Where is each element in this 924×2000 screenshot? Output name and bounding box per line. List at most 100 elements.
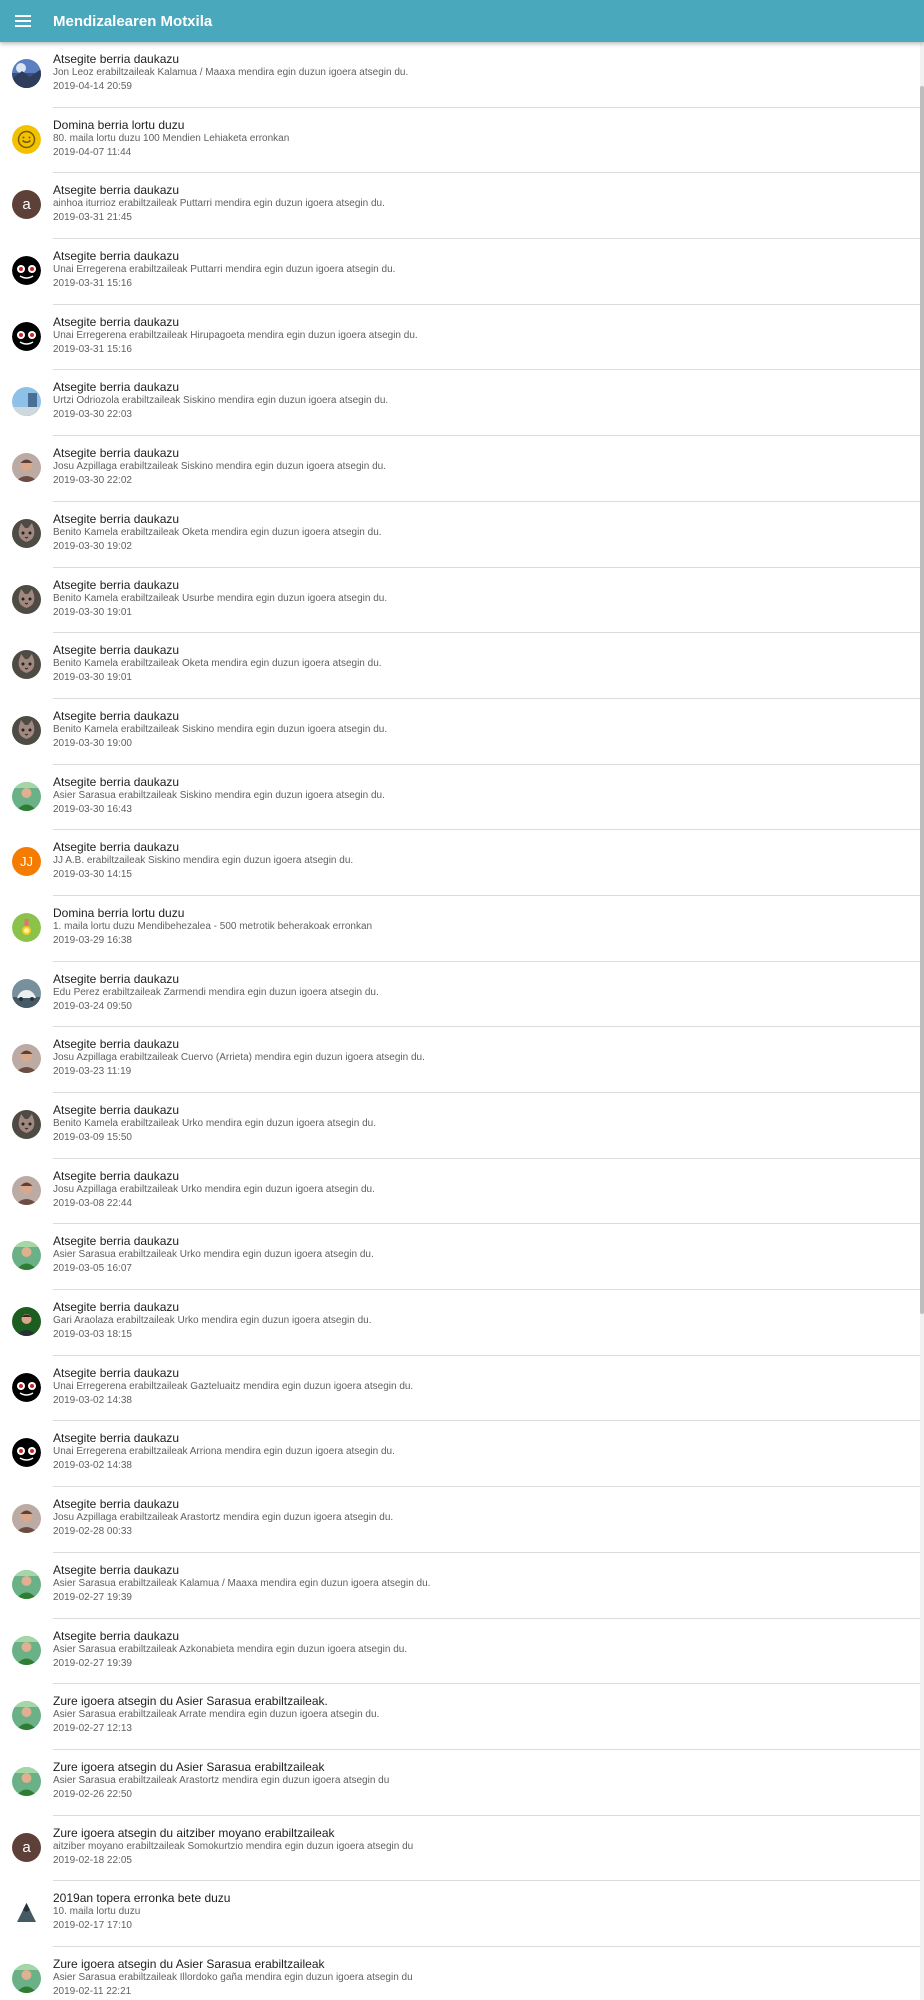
notification-text: Atsegite berria daukazu Unai Erregerena e…: [53, 1356, 413, 1408]
sky-photo-avatar-icon: [12, 387, 41, 417]
notification-item[interactable]: Domina berria lortu duzu 1. maila lortu d…: [0, 896, 920, 962]
notification-date: 2019-03-02 14:38: [53, 1394, 132, 1406]
notification-text: Domina berria lortu duzu 80. maila lortu …: [53, 108, 289, 160]
notification-title: Atsegite berria daukazu: [53, 577, 180, 592]
notification-item[interactable]: Atsegite berria daukazu Gari Araolaza era…: [0, 1290, 920, 1356]
notification-item[interactable]: Atsegite berria daukazu Unai Erregerena e…: [0, 305, 920, 371]
notification-item[interactable]: Zure igoera atsegin du Asier Sarasua era…: [0, 1947, 920, 2000]
notification-description: Benito Kamela erabiltzaileak Urko mendir…: [53, 1118, 376, 1129]
notification-item[interactable]: Atsegite berria daukazu Josu Azpillaga er…: [0, 1487, 920, 1553]
avatar-container: [0, 633, 53, 699]
notification-item[interactable]: Atsegite berria daukazu Edu Perez erabilt…: [0, 962, 920, 1028]
outdoor-person-avatar-icon: [12, 1241, 41, 1271]
notification-item[interactable]: 2019an topera erronka bete duzu 10. maila…: [0, 1881, 920, 1947]
notification-item[interactable]: Atsegite berria daukazu Benito Kamela era…: [0, 699, 920, 765]
avatar-container: a: [0, 173, 53, 239]
avatar-container: [0, 1553, 53, 1619]
car-photo-avatar-icon: [12, 978, 41, 1008]
notification-text: Atsegite berria daukazu Josu Azpillaga er…: [53, 1159, 375, 1211]
notification-text: Atsegite berria daukazu JJ A.B. erabiltza…: [53, 830, 353, 882]
notification-description: aitziber moyano erabiltzaileak Somokurtz…: [53, 1840, 414, 1852]
notification-date: 2019-03-09 15:50: [53, 1132, 132, 1143]
avatar-container: [0, 1159, 53, 1225]
avatar-container: [0, 568, 53, 634]
avatar-container: [0, 1027, 53, 1093]
cat-photo-avatar-icon: [12, 1110, 41, 1139]
notification-item[interactable]: JJ Atsegite berria daukazu JJ A.B. erabilt…: [0, 830, 920, 896]
notification-text: Atsegite berria daukazu Josu Azpillaga er…: [53, 1487, 393, 1539]
avatar-container: [0, 1881, 53, 1947]
notification-description: Josu Azpillaga erabiltzaileak Urko mendi…: [53, 1183, 375, 1195]
notification-description: Jon Leoz erabiltzaileak Kalamua / Maaxa …: [53, 67, 409, 78]
notification-item[interactable]: Atsegite berria daukazu Benito Kamela era…: [0, 568, 920, 634]
notification-item[interactable]: a Zure igoera atsegin du aitziber moyano …: [0, 1816, 920, 1882]
avatar-container: [0, 896, 53, 962]
notification-text: Atsegite berria daukazu Asier Sarasua era…: [53, 1224, 374, 1276]
notification-item[interactable]: Atsegite berria daukazu Unai Erregerena e…: [0, 239, 920, 305]
avatar-container: [0, 1487, 53, 1553]
notification-description: Urtzi Odriozola erabiltzaileak Siskino m…: [53, 395, 389, 407]
notification-item[interactable]: Zure igoera atsegin du Asier Sarasua era…: [0, 1750, 920, 1816]
notification-description: ainhoa iturrioz erabiltzaileak Puttarri …: [53, 198, 385, 210]
notification-date: 2019-03-30 16:43: [53, 803, 132, 815]
notification-item[interactable]: Atsegite berria daukazu Asier Sarasua era…: [0, 1553, 920, 1619]
notification-item[interactable]: Atsegite berria daukazu Benito Kamela era…: [0, 633, 920, 699]
notification-title: Atsegite berria daukazu: [53, 1234, 180, 1249]
notification-text: Atsegite berria daukazu Asier Sarasua era…: [53, 1553, 430, 1605]
person-photo-avatar-icon: [12, 1504, 41, 1534]
avatar-container: [0, 305, 53, 371]
notification-description: Unai Erregerena erabiltzaileak Arriona m…: [53, 1446, 395, 1458]
notification-description: 10. maila lortu duzu: [53, 1906, 141, 1918]
notification-item[interactable]: Atsegite berria daukazu Asier Sarasua era…: [0, 765, 920, 831]
notification-description: Benito Kamela erabiltzaileak Siskino men…: [53, 723, 388, 735]
notification-date: 2019-02-28 00:33: [53, 1526, 132, 1538]
medal-gold-icon: [12, 124, 41, 154]
notification-title: Atsegite berria daukazu: [53, 314, 180, 329]
notification-text: Atsegite berria daukazu Josu Azpillaga er…: [53, 436, 386, 488]
notification-list[interactable]: Atsegite berria daukazu Jon Leoz erabiltz…: [0, 42, 920, 2000]
notification-item[interactable]: Atsegite berria daukazu Benito Kamela era…: [0, 502, 920, 568]
notification-item[interactable]: Atsegite berria daukazu Asier Sarasua era…: [0, 1224, 920, 1290]
outdoor-person-avatar-icon: [12, 1635, 41, 1665]
avatar-container: [0, 1224, 53, 1290]
notification-date: 2019-02-17 17:10: [53, 1920, 132, 1932]
avatar-container: [0, 108, 53, 174]
notification-description: Edu Perez erabiltzaileak Zarmendi mendir…: [53, 986, 379, 998]
notification-title: Atsegite berria daukazu: [53, 380, 180, 395]
notification-item[interactable]: Atsegite berria daukazu Urtzi Odriozola e…: [0, 370, 920, 436]
avatar-container: a: [0, 1816, 53, 1882]
notification-date: 2019-04-14 20:59: [53, 81, 132, 92]
notification-date: 2019-02-26 22:50: [53, 1788, 132, 1800]
notification-text: Atsegite berria daukazu Asier Sarasua era…: [53, 1619, 407, 1671]
avatar-container: [0, 1093, 53, 1159]
avatar-container: [0, 699, 53, 765]
scrollbar-thumb[interactable]: [920, 86, 924, 1314]
notification-item[interactable]: Zure igoera atsegin du Asier Sarasua era…: [0, 1684, 920, 1750]
notification-description: Asier Sarasua erabiltzaileak Illordoko g…: [53, 1971, 413, 1983]
notification-description: Benito Kamela erabiltzaileak Usurbe mend…: [53, 592, 388, 604]
notification-item[interactable]: Atsegite berria daukazu Josu Azpillaga er…: [0, 436, 920, 502]
notification-date: 2019-02-27 12:13: [53, 1723, 132, 1735]
cartoon-photo-avatar-icon: [12, 256, 41, 286]
letter-avatar-icon: a: [12, 1832, 41, 1862]
notification-item[interactable]: Atsegite berria daukazu Unai Erregerena e…: [0, 1421, 920, 1487]
avatar-container: [0, 1750, 53, 1816]
hamburger-menu-icon: [15, 15, 31, 27]
notification-title: Atsegite berria daukazu: [53, 1365, 180, 1380]
notification-item[interactable]: Domina berria lortu duzu 80. maila lortu …: [0, 108, 920, 174]
notification-date: 2019-03-05 16:07: [53, 1263, 132, 1275]
notification-item[interactable]: Atsegite berria daukazu Benito Kamela era…: [0, 1093, 920, 1159]
app-title: Mendizalearen Motxila: [53, 12, 213, 30]
notification-item[interactable]: Atsegite berria daukazu Josu Azpillaga er…: [0, 1159, 920, 1225]
menu-button[interactable]: [0, 0, 44, 42]
outdoor-person-avatar-icon: [12, 1569, 41, 1599]
notification-description: Josu Azpillaga erabiltzaileak Arastortz …: [53, 1512, 394, 1524]
notification-item[interactable]: Atsegite berria daukazu Jon Leoz erabiltz…: [0, 42, 920, 108]
notification-item[interactable]: Atsegite berria daukazu Unai Erregerena e…: [0, 1356, 920, 1422]
notification-item[interactable]: Atsegite berria daukazu Asier Sarasua era…: [0, 1619, 920, 1685]
notification-item[interactable]: Atsegite berria daukazu Josu Azpillaga er…: [0, 1027, 920, 1093]
notification-text: 2019an topera erronka bete duzu 10. maila…: [53, 1881, 230, 1933]
notification-item[interactable]: a Atsegite berria daukazu ainhoa iturrioz …: [0, 173, 920, 239]
scrollbar-track[interactable]: [920, 42, 924, 2000]
notification-date: 2019-03-02 14:38: [53, 1460, 132, 1472]
